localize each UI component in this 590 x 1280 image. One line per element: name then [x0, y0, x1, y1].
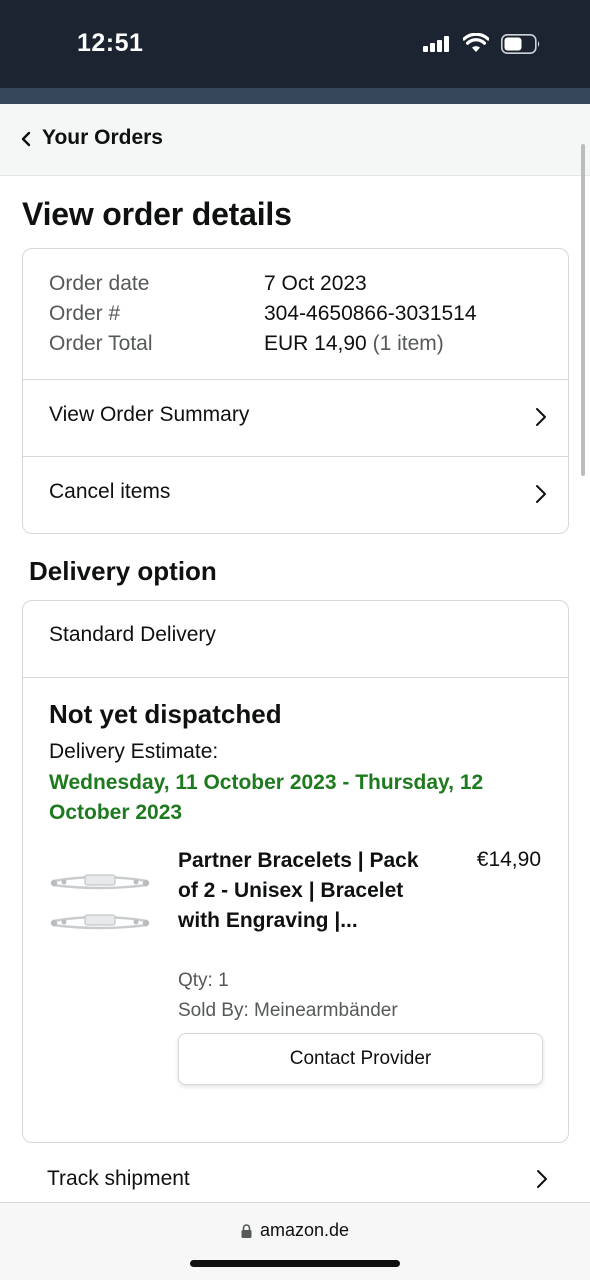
order-date-value: 7 Oct 2023	[264, 272, 367, 295]
product-seller: Sold By: Meinearmbänder	[178, 1000, 398, 1021]
track-shipment-row[interactable]: Track shipment	[22, 1144, 569, 1204]
contact-provider-button[interactable]: Contact Provider	[178, 1033, 543, 1085]
order-item-count: (1 item)	[372, 332, 444, 355]
order-total-amount: EUR 14,90	[264, 332, 367, 355]
shipping-method: Standard Delivery	[49, 623, 216, 646]
wifi-icon	[463, 33, 489, 52]
battery-icon	[501, 34, 540, 54]
scrollbar[interactable]	[581, 144, 585, 476]
delivery-card: Standard Delivery Not yet dispatched Del…	[22, 600, 569, 1143]
status-bar: 12:51	[0, 0, 590, 88]
product-title-link[interactable]: Partner Bracelets | Pack of 2 - Unisex |…	[178, 846, 428, 936]
chevron-right-icon	[537, 1170, 547, 1188]
chevron-left-icon[interactable]	[20, 131, 32, 147]
cancel-items-label: Cancel items	[49, 480, 171, 503]
back-to-orders-link[interactable]: Your Orders	[42, 126, 163, 150]
order-total-label: Order Total	[49, 332, 153, 355]
view-order-summary-row[interactable]: View Order Summary	[23, 380, 568, 456]
track-shipment-label: Track shipment	[47, 1167, 190, 1190]
cellular-signal-icon	[423, 36, 451, 52]
shipment-status: Not yet dispatched	[49, 699, 282, 729]
page-title: View order details	[22, 196, 292, 232]
view-order-summary-label: View Order Summary	[49, 403, 250, 426]
home-indicator[interactable]	[190, 1260, 400, 1267]
delivery-estimate-label: Delivery Estimate:	[49, 740, 219, 763]
order-number-label: Order #	[49, 302, 121, 325]
delivery-section-title: Delivery option	[29, 556, 217, 586]
order-total-value: EUR 14,90 (1 item)	[264, 332, 444, 356]
divider	[23, 677, 568, 678]
order-number-value: 304-4650866-3031514	[264, 302, 477, 325]
chevron-right-icon	[536, 485, 546, 503]
delivery-estimate-dates: Wednesday, 11 October 2023 - Thursday, 1…	[49, 771, 484, 824]
product-quantity: Qty: 1	[178, 970, 229, 991]
product-price: €14,90	[476, 848, 541, 871]
status-time: 12:51	[77, 29, 144, 57]
cancel-items-row[interactable]: Cancel items	[23, 457, 568, 533]
order-info-card: Order date 7 Oct 2023 Order # 304-465086…	[22, 248, 569, 534]
order-date-label: Order date	[49, 272, 150, 295]
chevron-right-icon	[536, 408, 546, 426]
browser-address-bar[interactable]	[0, 1202, 590, 1280]
amazon-nav-strip	[0, 88, 590, 104]
product-image[interactable]	[49, 863, 153, 939]
browser-url[interactable]: amazon.de	[260, 1220, 349, 1241]
lock-icon	[241, 1224, 252, 1238]
